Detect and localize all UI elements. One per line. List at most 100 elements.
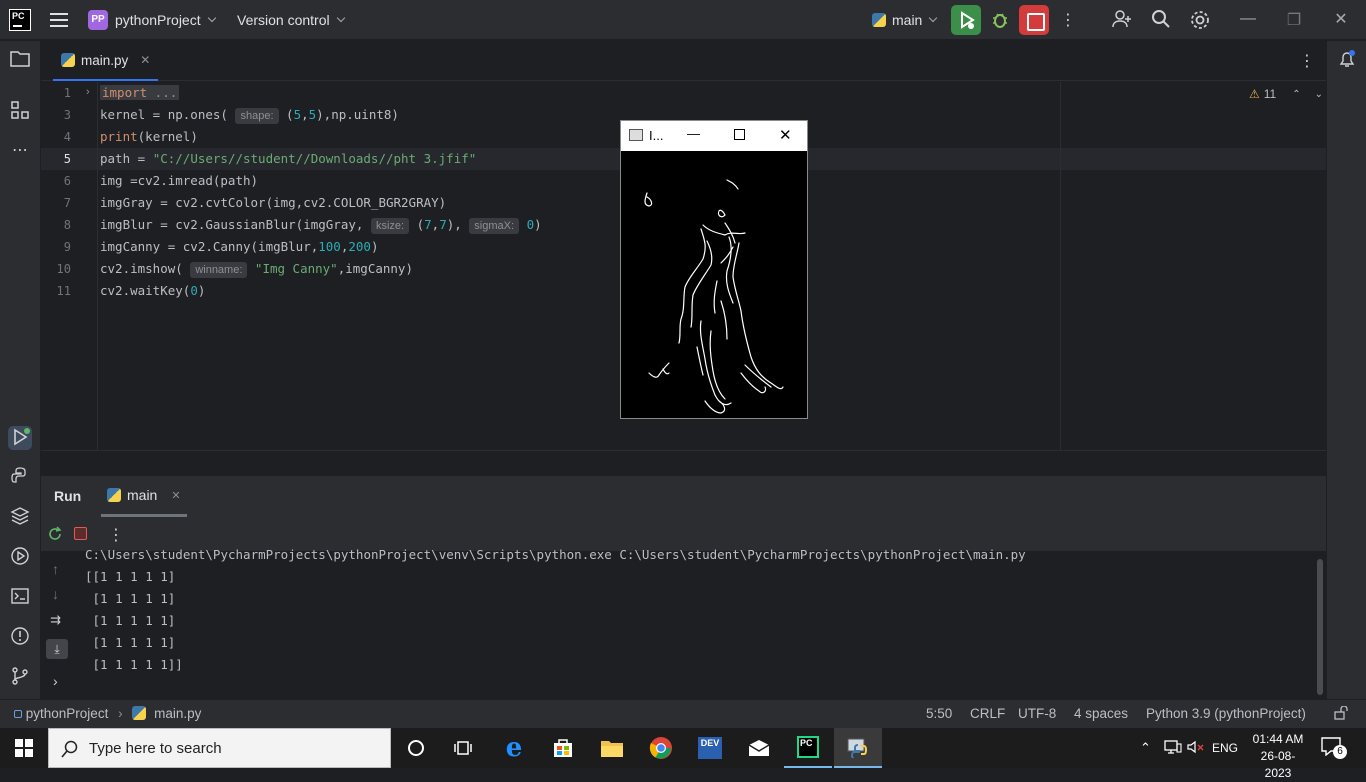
chevron-right-icon[interactable]: › [53, 673, 58, 689]
stop-icon[interactable] [74, 527, 87, 540]
caret-position[interactable]: 5:50 [926, 700, 952, 728]
layers-tool-button[interactable] [8, 506, 32, 530]
git-tool-button[interactable] [8, 666, 32, 690]
python-interpreter[interactable]: Python 3.9 (pythonProject) [1146, 700, 1306, 728]
console-output[interactable]: ↑ ↓ ⇉ ⤓ › C:\Users\student\PycharmProjec… [41, 547, 1326, 700]
breadcrumb-file[interactable]: main.py [154, 706, 201, 721]
chrome-app[interactable] [637, 728, 685, 768]
param-hint: sigmaX: [469, 218, 520, 234]
project-tool-button[interactable] [8, 49, 32, 73]
run-tool-button[interactable] [8, 426, 32, 450]
problems-tool-button[interactable] [8, 626, 32, 650]
start-button[interactable] [0, 728, 48, 768]
project-selector[interactable]: pythonProject [115, 0, 216, 40]
more-tools-button[interactable]: ⋯ [8, 139, 32, 163]
minimize-icon[interactable]: — [687, 126, 700, 141]
taskbar-search[interactable]: Type here to search [48, 728, 391, 768]
scroll-up-icon[interactable]: ↑ [52, 561, 59, 577]
line-ending[interactable]: CRLF [970, 700, 1005, 728]
file-explorer-app[interactable] [588, 728, 636, 768]
soft-wrap-icon[interactable]: ⇉ [50, 612, 61, 628]
store-app[interactable] [539, 728, 587, 768]
devcpp-app[interactable]: DEV [686, 728, 734, 768]
code-line: kernel = np.ones( shape: (5,5),np.uint8) [100, 107, 399, 124]
maximize-icon[interactable] [734, 129, 745, 140]
debug-button[interactable] [988, 9, 1012, 31]
window-app-icon [629, 129, 643, 141]
notifications-button[interactable] [1335, 49, 1359, 73]
opencv-window[interactable]: I... — ✕ [620, 120, 808, 419]
terminal-tool-button[interactable] [8, 586, 32, 610]
opencv-window-titlebar[interactable]: I... — ✕ [621, 121, 807, 151]
vcs-menu[interactable]: Version control [237, 0, 345, 40]
status-bar: pythonProject › main.py 5:50 CRLF UTF-8 … [0, 699, 1366, 728]
settings-button[interactable] [1189, 9, 1211, 31]
vertical-dots-icon[interactable]: ⋮ [108, 525, 124, 545]
tab-label: main.py [81, 52, 129, 68]
action-center-button[interactable]: 6 [1320, 736, 1347, 760]
horizontal-dots-icon: ⋯ [12, 142, 28, 159]
scroll-down-icon[interactable]: ↓ [52, 586, 59, 602]
edge-app[interactable]: e [490, 728, 538, 768]
close-icon[interactable]: ✕ [779, 126, 792, 144]
maximize-button[interactable]: ❐ [1284, 10, 1304, 30]
run-config-selector[interactable]: main [872, 0, 938, 40]
cortana-button[interactable] [392, 728, 440, 768]
param-hint: ksize: [370, 218, 410, 234]
clock[interactable]: 01:44 AM 26-08-2023 [1248, 731, 1308, 782]
stop-button[interactable] [1019, 5, 1049, 35]
chevron-up-icon: ⌃ [1140, 740, 1151, 755]
python-console-icon [11, 467, 26, 483]
pycharm-app[interactable]: PC [784, 728, 832, 768]
search-button[interactable] [1150, 9, 1172, 31]
python-icon [107, 488, 121, 502]
indent-setting[interactable]: 4 spaces [1074, 700, 1128, 728]
inspection-widget[interactable]: ⚠ 11 ⌃ ⌄ [1249, 87, 1323, 101]
chevron-down-icon[interactable]: ⌄ [1315, 89, 1323, 100]
pycharm-logo: PC [9, 9, 31, 31]
console-line: [[1 1 1 1 1] [85, 569, 176, 584]
param-hint: winname: [190, 262, 248, 278]
chevron-down-icon [336, 13, 345, 23]
rerun-icon[interactable] [46, 525, 64, 543]
editor-options-button[interactable]: ⋮ [1299, 51, 1315, 71]
python-app[interactable] [834, 728, 882, 768]
show-hidden-icons-button[interactable]: ⌃ [1140, 728, 1151, 768]
scroll-to-end-icon[interactable]: ⤓ [46, 639, 68, 659]
git-branch-icon [12, 667, 28, 685]
code-line: import ... [100, 85, 180, 100]
minimize-button[interactable]: — [1238, 10, 1258, 28]
more-actions-button[interactable]: ⋮ [1060, 10, 1076, 30]
close-tab-icon[interactable]: ✕ [140, 53, 150, 67]
clock-date: 26-08-2023 [1260, 749, 1296, 780]
network-status[interactable] [1164, 728, 1182, 768]
bug-icon [993, 13, 1007, 28]
close-window-button[interactable]: ✕ [1331, 9, 1351, 29]
warning-icon: ⚠ [1249, 87, 1260, 101]
main-menu-button[interactable] [48, 0, 70, 40]
python-packages-button[interactable] [8, 466, 32, 490]
code-with-me-button[interactable] [1110, 8, 1134, 32]
folder-icon [10, 51, 30, 67]
volume-status[interactable] [1187, 728, 1205, 768]
rerun-button[interactable] [951, 5, 981, 35]
services-tool-button[interactable] [8, 546, 32, 570]
close-tab-icon[interactable]: ✕ [171, 489, 180, 502]
console-scrollbar[interactable] [1317, 559, 1323, 695]
mail-app[interactable] [735, 728, 783, 768]
breadcrumb-project[interactable]: pythonProject [26, 706, 109, 721]
opencv-window-title: I... [649, 128, 664, 143]
editor-tabs: main.py ✕ ⋮ [41, 41, 1326, 81]
task-view-button[interactable] [440, 728, 488, 768]
python-file-icon [61, 53, 75, 67]
fold-chevron-icon[interactable]: › [86, 86, 90, 98]
structure-tool-button[interactable] [8, 100, 32, 124]
tab-main-py[interactable]: main.py ✕ [53, 41, 159, 81]
input-language[interactable]: ENG [1212, 728, 1238, 768]
read-only-toggle[interactable] [1334, 700, 1348, 728]
file-encoding[interactable]: UTF-8 [1018, 700, 1056, 728]
restore-icon: ❐ [1286, 12, 1302, 29]
chevron-up-icon[interactable]: ⌃ [1292, 89, 1300, 100]
param-hint: shape: [235, 108, 279, 124]
tab-main-run[interactable]: main ✕ [101, 476, 187, 517]
